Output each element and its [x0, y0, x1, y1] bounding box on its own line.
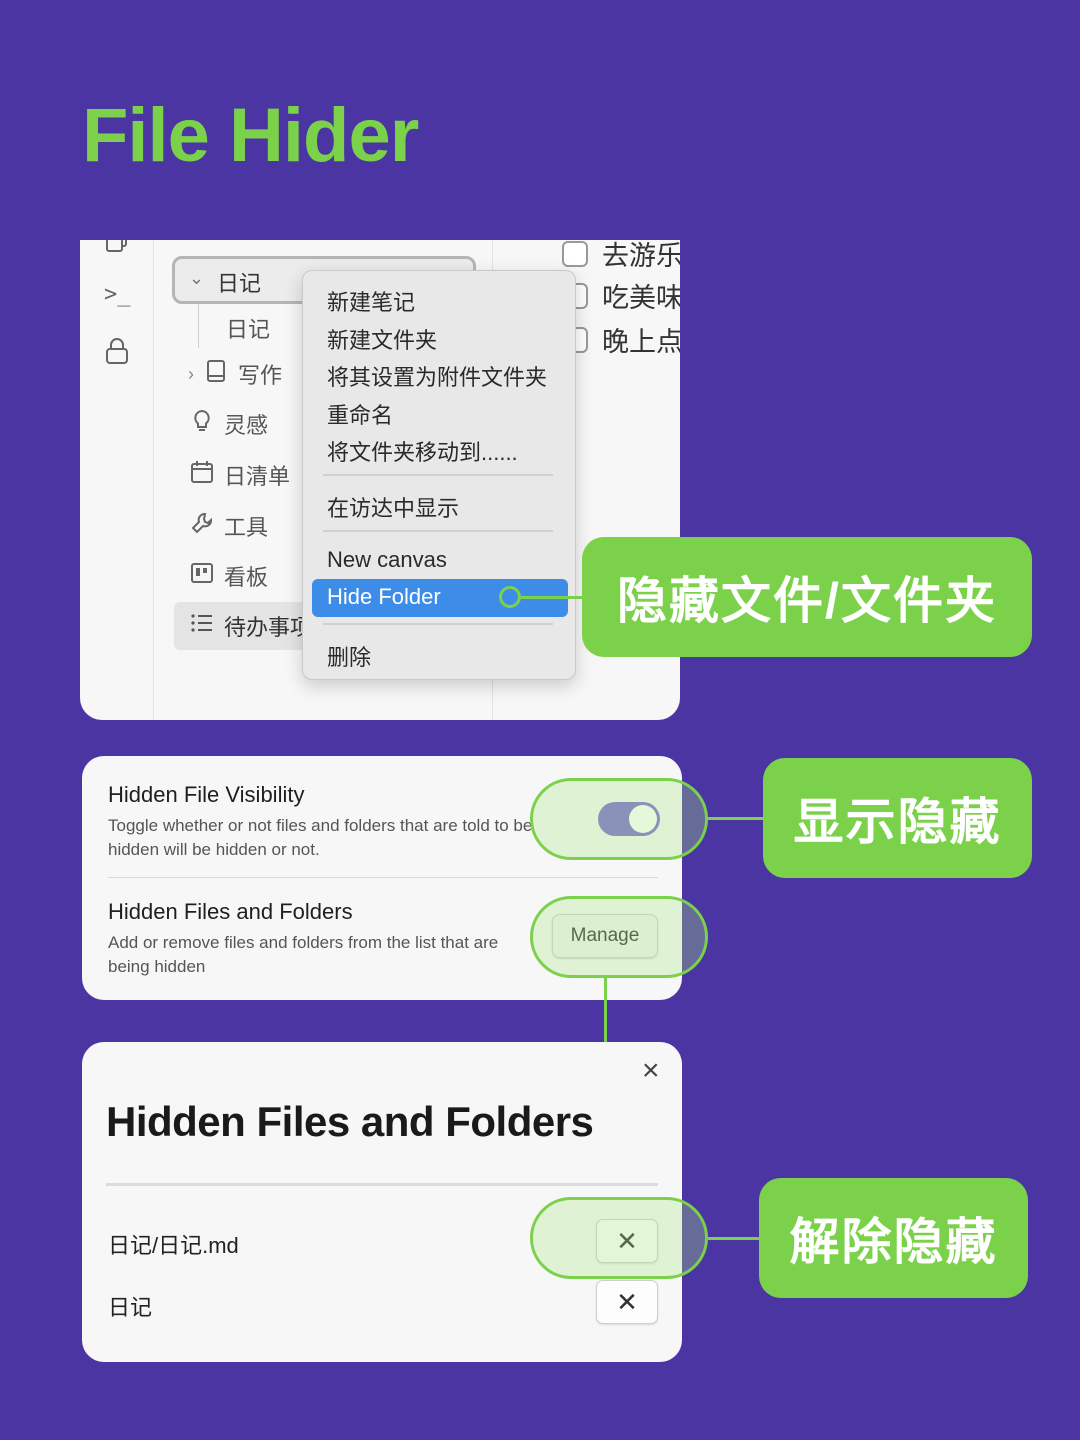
menu-item-delete[interactable]: 删除 — [327, 640, 371, 672]
page-title: File Hider — [82, 93, 419, 178]
selected-folder-label: 日记 — [217, 271, 262, 296]
tree-item-label: 日清单 — [224, 464, 291, 489]
lock-icon[interactable] — [104, 336, 130, 373]
modal-separator — [106, 1183, 658, 1186]
setting-list-desc: Add or remove files and folders from the… — [108, 933, 499, 976]
tree-guide-line — [198, 304, 199, 348]
chevron-down-icon: ⌄ — [189, 268, 205, 288]
tree-item-diary-note[interactable]: 日记 — [226, 312, 270, 344]
setting-visibility-desc: Toggle whether or not files and folders … — [108, 816, 533, 859]
remove-hidden-button[interactable]: ✕ — [596, 1280, 658, 1324]
setting-list-title: Hidden Files and Folders — [108, 899, 353, 924]
wrench-icon — [190, 511, 214, 541]
connector-dot — [499, 586, 521, 608]
close-icon[interactable]: × — [642, 1054, 660, 1088]
menu-item-set-attachment-folder[interactable]: 将其设置为附件文件夹 — [327, 360, 547, 392]
tree-item-writing[interactable]: › 写作 — [188, 358, 282, 390]
connector-line — [604, 978, 607, 1042]
menu-item-label: Hide Folder — [327, 584, 441, 609]
settings-separator — [108, 877, 658, 878]
connector-line — [521, 596, 591, 599]
checklist-item[interactable]: 晚上点 — [562, 320, 680, 359]
terminal-icon[interactable]: >_ — [104, 282, 131, 307]
copy-icon[interactable] — [104, 240, 130, 261]
menu-item-rename[interactable]: 重命名 — [327, 398, 393, 430]
menu-item-new-note[interactable]: 新建笔记 — [327, 285, 415, 317]
menu-item-reveal-in-finder[interactable]: 在访达中显示 — [327, 491, 459, 523]
checklist-text: 吃美味 — [602, 283, 680, 313]
kanban-icon — [190, 561, 214, 591]
connector-line — [708, 1237, 764, 1240]
checklist-item[interactable]: 吃美味 — [562, 276, 680, 315]
label-show-hidden: 显示隐藏 — [763, 758, 1032, 878]
hidden-file-path: 日记 — [108, 1295, 153, 1320]
list-icon — [190, 612, 214, 640]
tree-item-label: 待办事项 — [224, 615, 313, 640]
tree-item-daily-list[interactable]: 日清单 — [190, 459, 290, 491]
checklist-item[interactable]: 去游乐 — [562, 240, 680, 273]
menu-item-move-folder[interactable]: 将文件夹移动到...... — [327, 435, 518, 467]
tree-item-todo[interactable]: 待办事项 — [190, 610, 312, 642]
label-unhide: 解除隐藏 — [759, 1178, 1028, 1298]
tree-item-kanban[interactable]: 看板 — [190, 560, 268, 592]
tree-item-label: 工具 — [224, 515, 269, 540]
label-hide: 隐藏文件/文件夹 — [582, 537, 1032, 657]
menu-separator — [323, 474, 553, 476]
checklist-text: 晚上点 — [602, 327, 680, 357]
highlight-ring-unhide — [530, 1197, 708, 1279]
highlight-ring-toggle — [530, 778, 708, 860]
checkbox[interactable] — [562, 240, 588, 267]
hidden-file-path: 日记/日记.md — [108, 1233, 239, 1258]
tree-item-label: 写作 — [238, 363, 283, 388]
modal-title: Hidden Files and Folders — [106, 1098, 594, 1145]
menu-separator — [323, 623, 553, 625]
connector-line — [708, 817, 768, 820]
highlight-ring-manage — [530, 896, 708, 978]
menu-item-new-folder[interactable]: 新建文件夹 — [327, 323, 437, 355]
context-menu: 新建笔记 新建文件夹 将其设置为附件文件夹 重命名 将文件夹移动到...... … — [302, 270, 576, 680]
menu-separator — [323, 530, 553, 532]
setting-visibility-title: Hidden File Visibility — [108, 782, 305, 807]
lightbulb-icon — [190, 409, 214, 439]
tree-item-label: 看板 — [224, 565, 269, 590]
tree-item-label: 灵感 — [224, 413, 269, 438]
tree-item-label: 日记 — [226, 317, 271, 342]
chevron-right-icon: › — [188, 363, 194, 384]
tree-item-inspiration[interactable]: 灵感 — [190, 408, 268, 440]
tree-item-tools[interactable]: 工具 — [190, 510, 268, 542]
calendar-icon — [190, 460, 214, 490]
menu-item-new-canvas[interactable]: New canvas — [327, 547, 447, 573]
checklist-text: 去游乐 — [602, 241, 680, 271]
book-icon — [204, 359, 228, 389]
left-ribbon: >_ — [80, 240, 154, 720]
